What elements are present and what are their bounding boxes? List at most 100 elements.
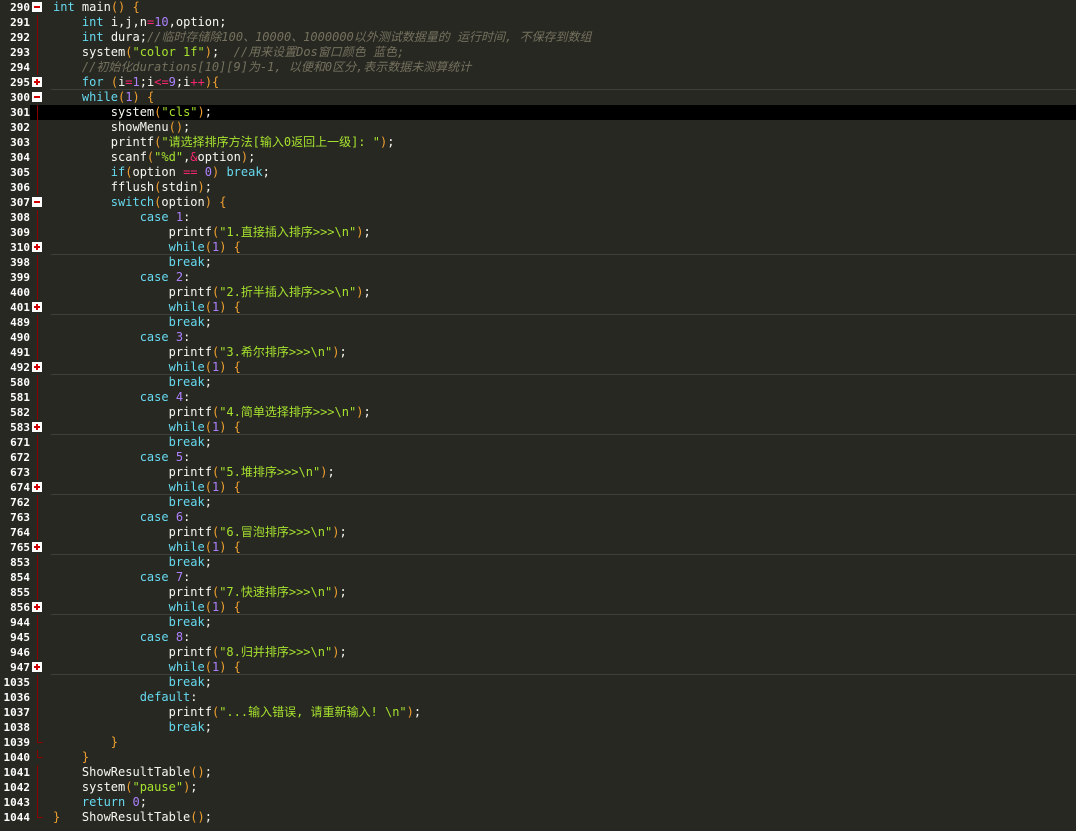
code-line[interactable]: 856 while(1) {	[0, 600, 1076, 615]
code-line[interactable]: 290 int main() {	[0, 0, 1076, 15]
code-text[interactable]: printf("请选择排序方法[输入0返回上一级]: ");	[51, 135, 1076, 150]
code-line[interactable]: 1039 }	[0, 735, 1076, 750]
code-text[interactable]: int dura;//临时存储除100、10000、1000000以外测试数据量…	[51, 30, 1076, 45]
code-line[interactable]: 1043 return 0;	[0, 795, 1076, 810]
code-text[interactable]: if(option == 0) break;	[51, 165, 1076, 180]
code-text[interactable]: break;	[51, 315, 1076, 330]
expand-fold-icon[interactable]	[32, 542, 42, 552]
expand-fold-icon[interactable]	[32, 662, 42, 672]
code-line[interactable]: 291 int i,j,n=10,option;	[0, 15, 1076, 30]
code-text[interactable]: int i,j,n=10,option;	[51, 15, 1076, 30]
code-text[interactable]: case 5:	[51, 450, 1076, 465]
code-editor[interactable]: 290 int main() {291 int i,j,n=10,option; 2…	[0, 0, 1076, 831]
code-line[interactable]: 294 //初始化durations[10][9]为-1, 以便和0区分,表示数…	[0, 60, 1076, 75]
collapse-fold-icon[interactable]	[32, 2, 42, 12]
code-line[interactable]: 400 printf("2.折半插入排序>>>\n");	[0, 285, 1076, 300]
code-text[interactable]: case 8:	[51, 630, 1076, 645]
code-line[interactable]: 310 while(1) {	[0, 240, 1076, 255]
code-text[interactable]: system("cls");	[51, 105, 1076, 120]
code-text[interactable]: printf("2.折半插入排序>>>\n");	[51, 285, 1076, 300]
code-line[interactable]: 764 printf("6.冒泡排序>>>\n");	[0, 525, 1076, 540]
code-line[interactable]: 854 case 7:	[0, 570, 1076, 585]
code-line[interactable]: 399 case 2:	[0, 270, 1076, 285]
code-text[interactable]: case 7:	[51, 570, 1076, 585]
expand-fold-icon[interactable]	[32, 362, 42, 372]
code-text[interactable]: system("color 1f"); //用来设置Dos窗口颜色 蓝色;	[51, 45, 1076, 60]
code-text[interactable]: case 3:	[51, 330, 1076, 345]
code-text[interactable]: break;	[51, 435, 1076, 450]
code-text[interactable]: break;	[51, 720, 1076, 735]
code-line[interactable]: 944 break;	[0, 615, 1076, 630]
code-line[interactable]: 308 case 1:	[0, 210, 1076, 225]
code-line[interactable]: 295 for (i=1;i<=9;i++){	[0, 75, 1076, 90]
code-text[interactable]: while(1) {	[51, 420, 1076, 435]
code-line[interactable]: 1036 default:	[0, 690, 1076, 705]
code-text[interactable]: //初始化durations[10][9]为-1, 以便和0区分,表示数据未测算…	[51, 60, 1076, 75]
code-text[interactable]: printf("4.简单选择排序>>>\n");	[51, 405, 1076, 420]
code-line[interactable]: 765 while(1) {	[0, 540, 1076, 555]
code-text[interactable]: }	[51, 750, 1076, 765]
code-line[interactable]: 1041 ShowResultTable();	[0, 765, 1076, 780]
expand-fold-icon[interactable]	[32, 77, 42, 87]
code-line[interactable]: 490 case 3:	[0, 330, 1076, 345]
code-text[interactable]: system("pause");	[51, 780, 1076, 795]
code-line[interactable]: 671 break;	[0, 435, 1076, 450]
code-line[interactable]: 763 case 6:	[0, 510, 1076, 525]
code-text[interactable]: printf("1.直接插入排序>>>\n");	[51, 225, 1076, 240]
code-text[interactable]: printf("7.快速排序>>>\n");	[51, 585, 1076, 600]
code-line[interactable]: 673 printf("5.堆排序>>>\n");	[0, 465, 1076, 480]
code-line[interactable]: 292 int dura;//临时存储除100、10000、1000000以外测…	[0, 30, 1076, 45]
code-line[interactable]: 582 printf("4.简单选择排序>>>\n");	[0, 405, 1076, 420]
code-line[interactable]: 672 case 5:	[0, 450, 1076, 465]
expand-fold-icon[interactable]	[32, 602, 42, 612]
code-text[interactable]: case 1:	[51, 210, 1076, 225]
code-text[interactable]: return 0;	[51, 795, 1076, 810]
code-text[interactable]: ShowResultTable();	[51, 765, 1076, 780]
code-line[interactable]: 1044} ShowResultTable();	[0, 810, 1076, 825]
code-line[interactable]: 307 switch(option) {	[0, 195, 1076, 210]
code-line[interactable]: 491 printf("3.希尔排序>>>\n");	[0, 345, 1076, 360]
code-text[interactable]: case 4:	[51, 390, 1076, 405]
code-text[interactable]: case 6:	[51, 510, 1076, 525]
code-text[interactable]: while(1) {	[51, 540, 1076, 555]
code-text[interactable]: break;	[51, 375, 1076, 390]
code-text[interactable]: printf("3.希尔排序>>>\n");	[51, 345, 1076, 360]
code-line[interactable]: 303 printf("请选择排序方法[输入0返回上一级]: ");	[0, 135, 1076, 150]
code-line[interactable]: 1040 }	[0, 750, 1076, 765]
code-text[interactable]: fflush(stdin);	[51, 180, 1076, 195]
code-line[interactable]: 401 while(1) {	[0, 300, 1076, 315]
code-line[interactable]: 853 break;	[0, 555, 1076, 570]
code-line[interactable]: 398 break;	[0, 255, 1076, 270]
code-text[interactable]: break;	[51, 675, 1076, 690]
code-line[interactable]: 302 showMenu();	[0, 120, 1076, 135]
code-text[interactable]: while(1) {	[51, 480, 1076, 495]
code-line[interactable]: 945 case 8:	[0, 630, 1076, 645]
code-line[interactable]: 583 while(1) {	[0, 420, 1076, 435]
code-line[interactable]: 1037 printf("...输入错误, 请重新输入! \n");	[0, 705, 1076, 720]
code-line[interactable]: 306 fflush(stdin);	[0, 180, 1076, 195]
code-line[interactable]: 947 while(1) {	[0, 660, 1076, 675]
code-line[interactable]: 674 while(1) {	[0, 480, 1076, 495]
code-text[interactable]: while(1) {	[51, 300, 1076, 315]
code-text[interactable]: switch(option) {	[51, 195, 1076, 210]
code-text[interactable]: case 2:	[51, 270, 1076, 285]
code-line[interactable]: 581 case 4:	[0, 390, 1076, 405]
code-text[interactable]: while(1) {	[51, 660, 1076, 675]
expand-fold-icon[interactable]	[32, 482, 42, 492]
code-line[interactable]: 1038 break;	[0, 720, 1076, 735]
code-line[interactable]: 309 printf("1.直接插入排序>>>\n");	[0, 225, 1076, 240]
code-text[interactable]: printf("8.归并排序>>>\n");	[51, 645, 1076, 660]
code-line[interactable]: 301 system("cls");	[0, 105, 1076, 120]
expand-fold-icon[interactable]	[32, 422, 42, 432]
code-line[interactable]: 492 while(1) {	[0, 360, 1076, 375]
code-line[interactable]: 293 system("color 1f"); //用来设置Dos窗口颜色 蓝色…	[0, 45, 1076, 60]
code-line[interactable]: 1042 system("pause");	[0, 780, 1076, 795]
code-text[interactable]: while(1) {	[51, 360, 1076, 375]
code-line[interactable]: 489 break;	[0, 315, 1076, 330]
code-line[interactable]: 762 break;	[0, 495, 1076, 510]
code-text[interactable]: printf("6.冒泡排序>>>\n");	[51, 525, 1076, 540]
code-line[interactable]: 855 printf("7.快速排序>>>\n");	[0, 585, 1076, 600]
code-line[interactable]: 304 scanf("%d",&option);	[0, 150, 1076, 165]
code-line[interactable]: 300 while(1) {	[0, 90, 1076, 105]
code-text[interactable]: default:	[51, 690, 1076, 705]
